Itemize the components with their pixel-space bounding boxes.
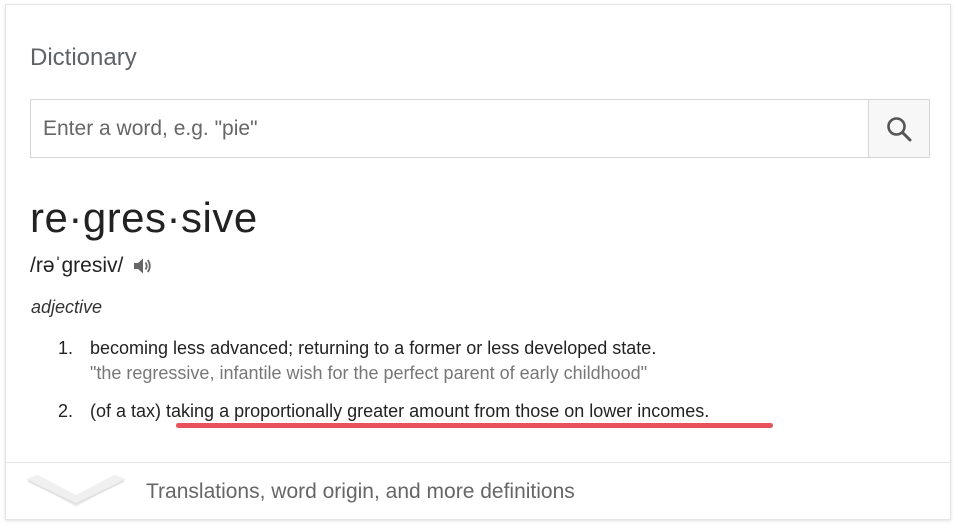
definition-qualifier: (of a tax)	[90, 401, 167, 421]
highlight-underline	[176, 423, 773, 428]
definition-number: 1.	[58, 338, 74, 358]
definition-example: "the regressive, infantile wish for the …	[90, 363, 648, 383]
more-definitions-label: Translations, word origin, and more defi…	[146, 480, 575, 503]
definition-item: 2. (of a tax) taking a proportionally gre…	[58, 399, 709, 423]
more-definitions-button[interactable]: Translations, word origin, and more defi…	[6, 463, 950, 520]
pronunciation-audio-button[interactable]	[131, 255, 153, 277]
part-of-speech: adjective	[31, 297, 103, 317]
pronunciation-row: /rəˈɡresiv/	[30, 252, 153, 280]
dictionary-card: Dictionary re·gres·sive /rəˈɡresiv/ adje…	[5, 4, 951, 520]
definition-text: becoming less advanced; returning to a f…	[90, 338, 657, 358]
pronunciation: /rəˈɡresiv/	[30, 254, 124, 277]
search-input[interactable]	[31, 100, 868, 157]
search-box	[30, 99, 930, 158]
headword: re·gres·sive	[30, 194, 258, 241]
definition-number: 2.	[58, 401, 74, 421]
definition-text: taking a proportionally greater amount f…	[166, 401, 710, 421]
speaker-icon	[134, 258, 152, 274]
search-button[interactable]	[868, 100, 929, 157]
definition-item: 1. becoming less advanced; returning to a…	[58, 336, 656, 360]
chevron-down-icon	[26, 475, 126, 507]
search-icon	[887, 116, 912, 141]
card-title: Dictionary	[30, 44, 137, 71]
